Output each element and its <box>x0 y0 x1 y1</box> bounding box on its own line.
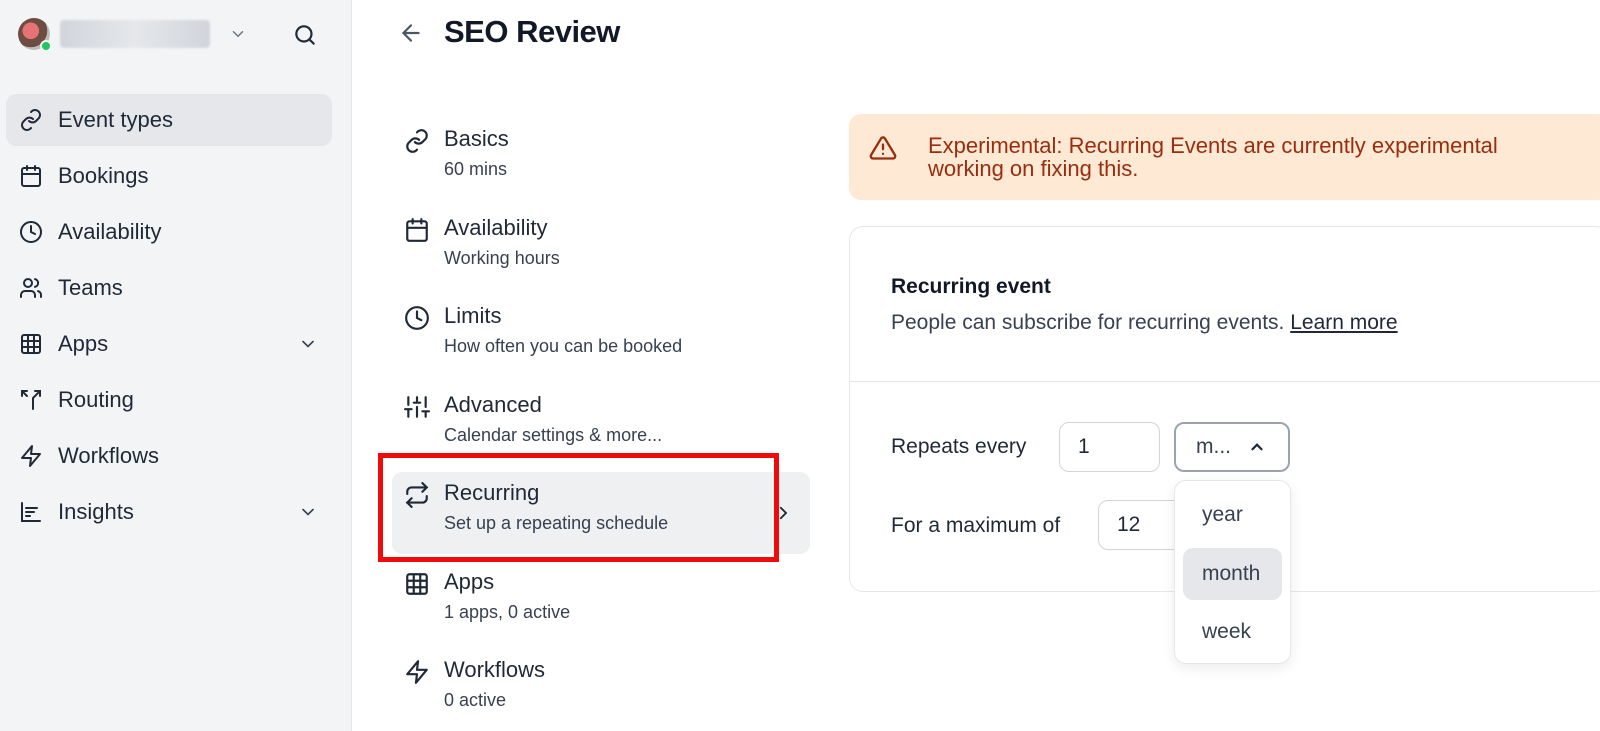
chevron-down-icon <box>298 502 318 522</box>
warning-message-line-1: Experimental: Recurring Events are curre… <box>928 133 1498 158</box>
sidebar: Event types Bookings Availability Teams … <box>0 0 352 731</box>
menu-item-title: Recurring <box>444 480 540 505</box>
zap-icon <box>18 443 44 469</box>
grid-icon <box>18 331 44 357</box>
frequency-option-month[interactable]: month <box>1183 547 1282 600</box>
zap-icon <box>404 659 430 685</box>
user-menu[interactable] <box>18 16 334 52</box>
divider <box>850 381 1600 382</box>
sidebar-item-event-types[interactable]: Event types <box>6 94 332 146</box>
page-title: SEO Review <box>444 14 620 49</box>
learn-more-link[interactable]: Learn more <box>1290 311 1397 334</box>
menu-item-subtitle: Working hours <box>444 247 560 268</box>
sidebar-item-label: Routing <box>58 387 134 412</box>
calendar-icon <box>18 163 44 189</box>
menu-item-title: Availability <box>444 214 548 240</box>
frequency-option-week[interactable]: week <box>1183 606 1282 658</box>
warning-triangle-icon <box>869 134 897 162</box>
sidebar-item-availability[interactable]: Availability <box>6 206 332 258</box>
avatar <box>18 18 52 52</box>
calendar-icon <box>404 217 430 243</box>
menu-item-workflows[interactable]: Workflows 0 active <box>392 649 810 731</box>
sidebar-item-workflows[interactable]: Workflows <box>6 430 332 482</box>
clock-icon <box>18 219 44 245</box>
card-title: Recurring event <box>891 275 1051 298</box>
menu-item-limits[interactable]: Limits How often you can be booked <box>392 295 810 377</box>
chevron-down-icon <box>298 334 318 354</box>
back-arrow-icon[interactable] <box>398 20 424 46</box>
maximum-label: For a maximum of <box>891 514 1061 537</box>
menu-item-subtitle: 0 active <box>444 690 507 710</box>
sidebar-item-label: Teams <box>58 275 123 300</box>
clock-icon <box>404 305 430 331</box>
menu-item-subtitle: 60 mins <box>444 159 508 179</box>
card-description: People can subscribe for recurring event… <box>891 311 1398 335</box>
sidebar-item-label: Event types <box>58 107 173 132</box>
menu-item-availability[interactable]: Availability Working hours <box>392 207 810 289</box>
users-icon <box>18 275 44 301</box>
sidebar-nav: Event types Bookings Availability Teams … <box>6 94 332 542</box>
sidebar-item-apps[interactable]: Apps <box>6 318 332 370</box>
menu-item-title: Basics <box>444 126 509 151</box>
sidebar-item-routing[interactable]: Routing <box>6 374 332 426</box>
event-settings-menu: Basics 60 mins Availability Working hour… <box>392 118 810 731</box>
sidebar-item-label: Apps <box>58 331 109 356</box>
menu-item-subtitle: How often you can be booked <box>444 336 683 356</box>
sidebar-item-label: Workflows <box>58 443 160 468</box>
menu-item-subtitle: Set up a repeating schedule <box>444 513 669 533</box>
sidebar-item-teams[interactable]: Teams <box>6 262 332 314</box>
chevron-right-icon <box>774 502 792 524</box>
experimental-warning-banner: Experimental: Recurring Events are curre… <box>849 114 1600 200</box>
chevron-up-icon <box>1248 438 1266 456</box>
sliders-icon <box>404 394 430 420</box>
link-icon <box>404 128 430 154</box>
user-name-redacted <box>60 20 210 48</box>
menu-item-title: Apps <box>444 568 495 594</box>
menu-item-apps[interactable]: Apps 1 apps, 0 active <box>392 561 810 643</box>
menu-item-title: Limits <box>444 303 502 328</box>
warning-message: Experimental: Recurring Events are curre… <box>928 134 1588 180</box>
frequency-select[interactable]: m... <box>1174 422 1290 472</box>
repeat-icon <box>404 482 430 508</box>
menu-item-title: Advanced <box>444 391 542 417</box>
search-icon[interactable] <box>292 22 318 48</box>
description-text: People can subscribe for recurring event… <box>891 311 1285 334</box>
grid-icon <box>404 571 430 597</box>
repeats-every-label: Repeats every <box>891 435 1027 458</box>
menu-item-subtitle: 1 apps, 0 active <box>444 601 571 622</box>
sidebar-item-insights[interactable]: Insights <box>6 486 332 538</box>
menu-item-recurring[interactable]: Recurring Set up a repeating schedule <box>392 472 810 554</box>
bar-chart-icon <box>18 499 44 525</box>
frequency-dropdown: year month week <box>1174 480 1291 664</box>
sidebar-item-label: Availability <box>58 219 162 244</box>
sidebar-item-bookings[interactable]: Bookings <box>6 150 332 202</box>
frequency-select-value: m... <box>1196 435 1231 458</box>
menu-item-title: Workflows <box>444 657 546 682</box>
sidebar-item-label: Bookings <box>58 163 149 188</box>
split-icon <box>18 387 44 413</box>
menu-item-basics[interactable]: Basics 60 mins <box>392 118 810 200</box>
menu-item-subtitle: Calendar settings & more... <box>444 424 663 445</box>
repeats-every-input[interactable]: 1 <box>1059 422 1160 472</box>
link-icon <box>18 107 44 133</box>
online-status-dot <box>40 40 52 52</box>
sidebar-item-label: Insights <box>58 499 134 524</box>
chevron-down-icon <box>228 24 248 44</box>
frequency-option-year[interactable]: year <box>1183 489 1282 541</box>
warning-message-line-2: working on fixing this. <box>928 156 1139 181</box>
menu-item-advanced[interactable]: Advanced Calendar settings & more... <box>392 384 810 466</box>
